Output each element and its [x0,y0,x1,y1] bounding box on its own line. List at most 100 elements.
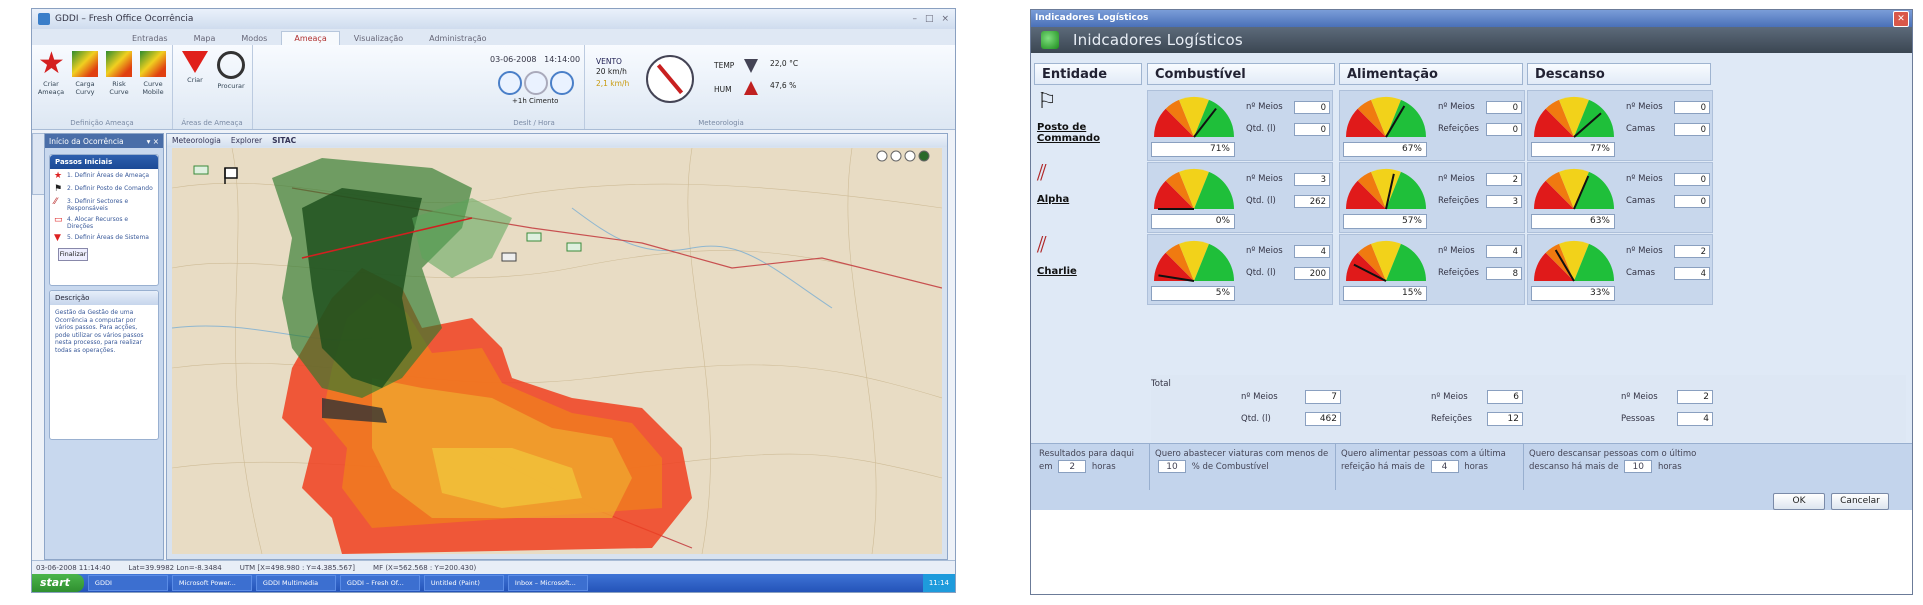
step-item[interactable]: ▭ 4. Alocar Recursos e Direções [50,213,158,231]
finalizar-button[interactable]: Finalizar [58,248,88,261]
hum-up-arrow-icon [744,81,758,95]
entity-name[interactable]: Alpha [1037,194,1145,205]
combustivel-stepper[interactable]: 10 [1158,460,1186,473]
field-label: nº Meios [1626,174,1663,184]
temp-down-arrow-icon [744,59,758,73]
star-icon: ★ [38,46,65,81]
maximize-icon[interactable]: □ [925,14,934,24]
time-back-button[interactable] [498,71,522,95]
time-forward-button[interactable] [550,71,574,95]
taskbar-item[interactable]: GDDI [87,575,168,591]
close-icon[interactable]: ✕ [1893,11,1909,27]
descanso-card: 77% nº Meios 0 Camas 0 [1527,90,1713,161]
criar-ameaca-button[interactable]: ★ Criar Ameaça [36,46,66,97]
map-tab-meteorologia[interactable]: Meteorologia [172,136,221,145]
tab-ameaca[interactable]: Ameaça [281,31,340,45]
entity-name[interactable]: Posto de Commando [1037,122,1145,144]
taskbar-item[interactable]: Inbox – Microsoft... [507,575,588,591]
curve-mobile-button[interactable]: Curve Mobile [138,51,168,96]
status-utm: UTM [X=498.980 : Y=4.385.567] [239,563,356,572]
tab-entradas[interactable]: Entradas [120,32,180,45]
taskbar-item[interactable]: GDDI Multimédia [255,575,336,591]
taskbar-item[interactable]: Untitled (Paint) [423,575,504,591]
system-clock: 11:14 [922,574,955,592]
carga-curvy-label: Carga Curvy [75,80,95,96]
tab-visualizacao[interactable]: Visualização [342,32,415,45]
step-item[interactable]: ⁄⁄ 3. Definir Sectores e Responsáveis [50,195,158,213]
value-field: 0 [1674,101,1710,114]
filter-combustivel-text: Quero abastecer viaturas com menos de [1155,449,1329,459]
value-field: 0 [1674,195,1710,208]
field-label: Camas [1626,196,1656,206]
entity-name[interactable]: Charlie [1037,266,1145,277]
map-tab-explorer[interactable]: Explorer [231,136,262,145]
filter-horas-pre: em [1039,462,1053,472]
filter-bar: Resultados para daqui em 2 horas Quero a… [1031,443,1912,491]
map-svg [172,148,942,554]
date-value: 03-06-2008 [490,55,537,64]
entity-1: ⫽ Alpha [1037,162,1145,206]
value-field: 4 [1294,245,1330,258]
descricao-panel-title: Descrição [50,291,158,305]
fire-risk-icon [72,51,98,77]
total-desc-pessoas-label: Pessoas [1621,414,1655,424]
descanso-stepper[interactable]: 10 [1624,460,1653,473]
ribbon-group-ameaca: ★ Criar Ameaça Carga Curvy Risk Curve Cu… [32,45,173,129]
field-label: Qtd. (l) [1246,124,1276,134]
total-desc-meios-field: 2 [1677,390,1713,404]
step-item[interactable]: ⚑ 2. Definir Posto de Comando [50,182,158,195]
risk-curve-button[interactable]: Risk Curve [104,51,134,96]
map-canvas[interactable] [172,148,942,554]
map-tab-sitac[interactable]: SITAC [272,136,296,145]
time-now-button[interactable] [524,71,548,95]
filter-alimentacao: Quero alimentar pessoas com a última ref… [1341,448,1521,473]
value-field: 2 [1486,173,1522,186]
field-label: Qtd. (l) [1246,268,1276,278]
step-item[interactable]: ★ 1. Definir Áreas de Ameaça [50,169,158,182]
combustivel-card: 5% nº Meios 4 Qtd. (l) 200 [1147,234,1333,305]
sidebar: Início da Ocorrência ▾ × Passos Iniciais… [44,133,164,560]
time-value: 14:14:00 [544,55,581,64]
percent-field: 63% [1531,214,1615,229]
tab-administracao[interactable]: Administração [417,32,498,45]
fire-risk-icon [140,51,166,77]
taskbar-item[interactable]: GDDI – Fresh Of... [339,575,420,591]
vento-label: VENTO [596,57,622,66]
value-field: 0 [1486,123,1522,136]
value-field: 4 [1674,267,1710,280]
value-field: 0 [1674,123,1710,136]
descanso-card: 63% nº Meios 0 Camas 0 [1527,162,1713,233]
minimize-icon[interactable]: – [912,14,917,24]
sector-icon: ⁄⁄ [54,197,58,207]
carga-curvy-button[interactable]: Carga Curvy [70,51,100,96]
cancel-button[interactable]: Cancelar [1831,493,1889,510]
criar-button[interactable]: Criar [180,51,210,84]
taskbar: start GDDI Microsoft Power... GDDI Multi… [32,574,955,592]
alimentacao-stepper[interactable]: 4 [1430,460,1459,473]
filter-combustivel-post: % de Combustível [1191,462,1269,472]
field-label: Qtd. (l) [1246,196,1276,206]
start-button[interactable]: start [32,574,84,592]
descanso-card: 33% nº Meios 2 Camas 4 [1527,234,1713,305]
horas-stepper[interactable]: 2 [1058,460,1087,473]
flag-icon: ⚑ [54,184,63,194]
logistics-dialog: Indicadores Logísticos ✕ Inidcadores Log… [1030,9,1913,595]
group-label: Áreas de Ameaça [181,119,243,127]
step-item[interactable]: ▼ 5. Definir Áreas de Sistema [50,231,158,244]
ok-button[interactable]: OK [1773,493,1825,510]
filter-alimentacao-pre: refeição há mais de [1341,462,1425,472]
filter-descanso-text: Quero descansar pessoas com o último [1529,449,1697,459]
ribbon-tabs: Entradas Mapa Modos Ameaça Visualização … [32,29,955,45]
alimentacao-card: 57% nº Meios 2 Refeições 3 [1339,162,1525,233]
filter-combustivel: Quero abastecer viaturas com menos de 10… [1155,448,1335,473]
gauge-icon [1154,241,1234,282]
field-label: nº Meios [1246,102,1283,112]
tab-modos[interactable]: Modos [229,32,279,45]
close-icon[interactable]: × [941,14,949,24]
ribbon-group-hora: 03-06-2008 14:14:00 +1h Cimento Deslt / … [484,45,585,129]
procurar-button[interactable]: Procurar [216,51,246,90]
dialog-buttons: OK Cancelar [1031,490,1912,510]
taskbar-item[interactable]: Microsoft Power... [171,575,252,591]
pin-icon[interactable]: ▾ × [147,137,159,146]
tab-mapa[interactable]: Mapa [182,32,228,45]
